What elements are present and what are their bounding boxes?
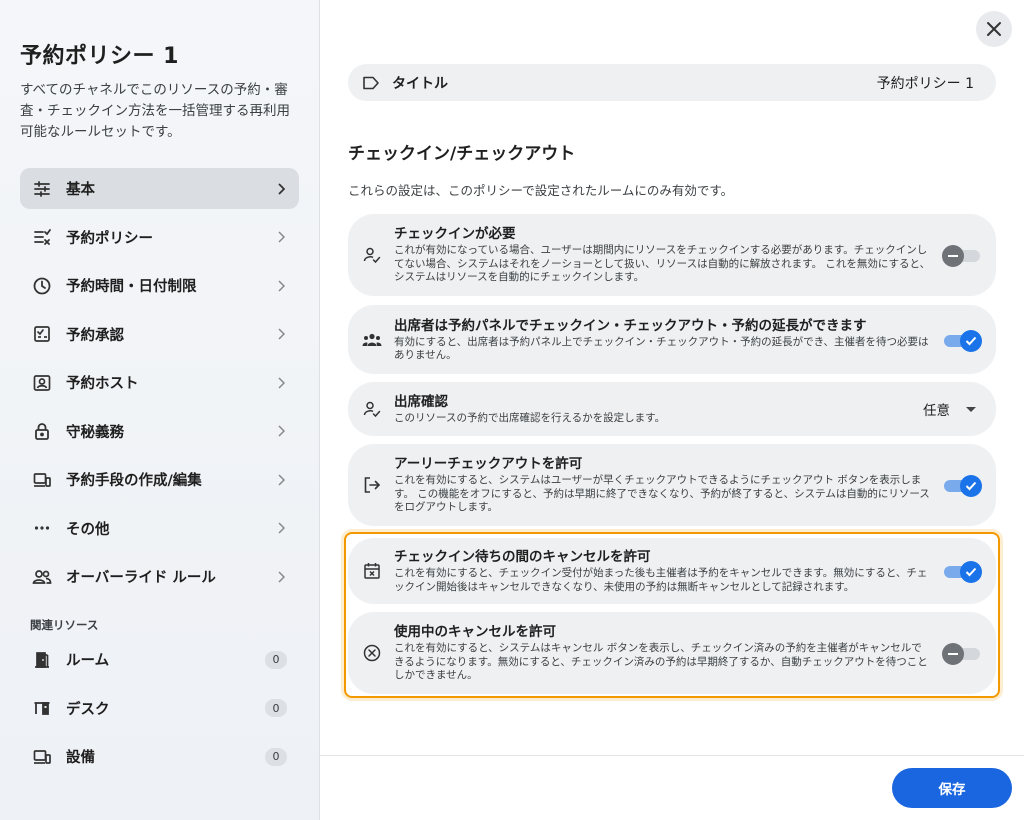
calendar-cancel-icon [362, 561, 382, 581]
toggle-switch[interactable] [944, 561, 982, 583]
chevron-right-icon [275, 231, 287, 243]
person-check-icon [362, 399, 382, 419]
title-field[interactable]: タイトル 予約ポリシー 1 [348, 64, 996, 101]
caret-down-icon [966, 406, 976, 412]
setting-title: 出席確認 [394, 393, 448, 410]
label-tag-icon [362, 76, 380, 90]
toggle-switch[interactable] [942, 245, 980, 267]
setting-title: アーリーチェックアウトを許可 [394, 456, 583, 473]
resource-item-label: 設備 [66, 750, 95, 766]
main-panel: タイトル 予約ポリシー 1 チェックイン/チェックアウト これらの設定は、このポ… [320, 0, 1024, 820]
logout-icon [362, 475, 382, 495]
group-icon [362, 330, 382, 350]
close-button[interactable] [976, 11, 1012, 47]
related-resources-label: 関連リソース [30, 618, 99, 632]
sidebar-item-host[interactable]: 予約ホスト [20, 362, 299, 403]
sidebar-item-confidentiality[interactable]: 守秘義務 [20, 411, 299, 452]
setting-title: チェックイン待ちの間のキャンセルを許可 [394, 549, 651, 565]
devices-icon [32, 470, 52, 490]
sidebar-item-label: 基本 [66, 182, 95, 198]
setting-title: 出席者は予約パネルでチェックイン・チェックアウト・予約の延長ができます [394, 317, 867, 334]
section-heading: チェックイン/チェックアウト [348, 144, 576, 164]
title-field-label: タイトル [392, 75, 448, 92]
chevron-right-icon [275, 570, 287, 583]
sliders-icon [32, 179, 52, 199]
setting-cancel-while-awaiting-checkin: チェックイン待ちの間のキャンセルを許可 これを有効にすると、チェックイン受付が始… [348, 538, 996, 604]
resource-item-label: デスク [66, 701, 110, 718]
count-badge: 0 [265, 747, 287, 766]
sidebar-item-override-rules[interactable]: オーバーライド ルール [20, 556, 299, 597]
sidebar-description: すべてのチャネルでこのリソースの予約・審査・チェックイン方法を一括管理する再利用… [20, 82, 290, 140]
toggle-switch[interactable] [944, 475, 982, 497]
setting-description: これを有効にすると、システムはキャンセル ボタンを表示し、チェックイン済みの予約… [394, 642, 928, 682]
cancel-circle-icon [362, 643, 382, 663]
toggle-switch[interactable] [944, 329, 982, 352]
setting-description: このリソースの予約で出席確認を行えるかを設定します。 [394, 411, 666, 424]
more-icon [32, 518, 52, 538]
chevron-right-icon [275, 425, 287, 437]
desk-icon [32, 698, 52, 718]
sidebar-item-label: 予約手段の作成/編集 [66, 473, 202, 489]
sidebar-item-other[interactable]: その他 [20, 508, 299, 549]
resource-item-equipment[interactable]: 設備 0 [20, 736, 299, 777]
related-resources-list: ルーム 0 デスク 0 設備 0 [20, 639, 299, 785]
sidebar: 予約ポリシー 1 すべてのチャネルでこのリソースの予約・審査・チェックイン方法を… [0, 0, 320, 820]
setting-checkin-required: チェックインが必要 これが有効になっている場合、ユーザーは期間内にリソースをチェ… [348, 214, 996, 296]
chevron-right-icon [275, 473, 287, 486]
setting-attendee-panel-checkin: 出席者は予約パネルでチェックイン・チェックアウト・予約の延長ができます 有効にす… [348, 305, 996, 374]
chevron-right-icon [275, 522, 287, 534]
chevron-right-icon [275, 182, 287, 195]
setting-description: これが有効になっている場合、ユーザーは期間内にリソースをチェックインする必要があ… [394, 244, 931, 284]
host-icon [32, 373, 52, 393]
sidebar-item-label: オーバーライド ルール [66, 570, 216, 586]
setting-title: チェックインが必要 [394, 226, 516, 243]
sidebar-title: 予約ポリシー 1 [20, 44, 179, 69]
lock-icon [32, 421, 52, 441]
sidebar-item-label: 守秘義務 [66, 424, 124, 441]
sidebar-item-label: 予約ホスト [66, 376, 139, 392]
sidebar-item-label: 予約承認 [66, 327, 124, 344]
sidebar-nav: 基本 予約ポリシー 予約時間・日付制限 予約承認 予約ホスト 守秘義務 予約手段… [20, 168, 299, 605]
resource-item-desk[interactable]: デスク 0 [20, 688, 299, 729]
sidebar-item-create-edit[interactable]: 予約手段の作成/編集 [20, 459, 299, 500]
close-icon [987, 22, 1001, 36]
setting-description: 有効にすると、出席者は予約パネル上でチェックイン・チェックアウト・予約の延長がで… [394, 335, 929, 362]
select-value: 任意 [923, 403, 950, 419]
people-icon [32, 567, 52, 587]
sidebar-item-label: 予約ポリシー [66, 230, 153, 247]
door-icon [32, 650, 52, 670]
person-check-icon [362, 245, 382, 265]
setting-attendance-confirmation: 出席確認 このリソースの予約で出席確認を行えるかを設定します。 任意 [348, 382, 996, 436]
chevron-right-icon [275, 328, 287, 340]
chevron-right-icon [275, 376, 287, 389]
setting-cancel-during-use: 使用中のキャンセルを許可 これを有効にすると、システムはキャンセル ボタンを表示… [348, 612, 996, 694]
sidebar-item-time-limits[interactable]: 予約時間・日付制限 [20, 265, 299, 306]
count-badge: 0 [265, 650, 287, 669]
approval-icon [32, 324, 52, 344]
setting-description: これを有効にすると、チェックイン受付が始まった後も主催者は予約をキャンセルできま… [394, 567, 928, 593]
save-button[interactable]: 保存 [892, 768, 1012, 808]
devices-icon [32, 747, 52, 767]
resource-item-room[interactable]: ルーム 0 [20, 639, 299, 680]
footer-divider [320, 755, 1024, 756]
setting-early-checkout: アーリーチェックアウトを許可 これを有効にすると、システムはユーザーが早くチェッ… [348, 444, 996, 526]
list-check-icon [32, 227, 52, 247]
setting-title: 使用中のキャンセルを許可 [394, 624, 556, 641]
title-field-value[interactable]: 予約ポリシー 1 [877, 73, 974, 93]
sidebar-item-reservation-policy[interactable]: 予約ポリシー [20, 217, 299, 258]
sidebar-item-label: 予約時間・日付制限 [66, 279, 197, 295]
chevron-right-icon [275, 279, 287, 292]
sidebar-item-basic[interactable]: 基本 [20, 168, 299, 209]
sidebar-item-approval[interactable]: 予約承認 [20, 314, 299, 355]
toggle-switch[interactable] [942, 643, 980, 665]
count-badge: 0 [265, 699, 287, 717]
resource-item-label: ルーム [66, 653, 110, 669]
setting-description: これを有効にすると、システムはユーザーが早くチェックアウトできるようにチェックア… [394, 474, 930, 514]
section-subtitle: これらの設定は、このポリシーで設定されたルームにのみ有効です。 [348, 183, 734, 198]
sidebar-item-label: その他 [66, 521, 110, 538]
attendance-select[interactable]: 任意 [923, 399, 976, 419]
clock-icon [32, 276, 52, 296]
